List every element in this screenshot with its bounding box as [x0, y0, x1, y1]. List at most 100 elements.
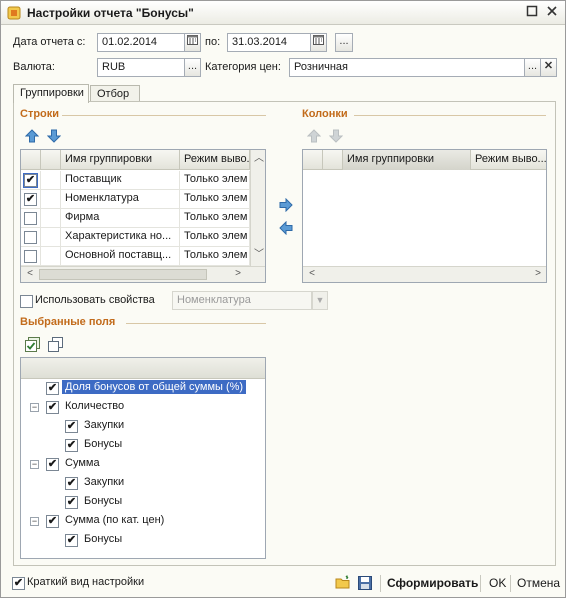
date-from-calendar-button[interactable] [184, 33, 201, 52]
generate-button[interactable]: Сформировать [387, 576, 478, 590]
maximize-icon[interactable] [525, 5, 539, 19]
columns-header-mode[interactable]: Режим выво... [471, 150, 546, 170]
row-check-cell [21, 209, 41, 228]
columns-grid-header: Имя группировки Режим выво... [303, 150, 546, 170]
tree-item-checkbox[interactable]: ✔ [46, 515, 59, 528]
date-to-input[interactable]: 31.03.2014 [227, 33, 311, 52]
calendar-icon [313, 35, 324, 45]
table-row[interactable]: Характеристика но... Только элем [21, 228, 265, 247]
row-checkbox[interactable] [24, 250, 37, 263]
row-name[interactable]: Основной поставщ... [61, 247, 180, 266]
table-row[interactable]: ✔ Поставщик Только элем [21, 171, 265, 190]
scroll-left-icon[interactable]: < [23, 267, 37, 281]
date-to-calendar-button[interactable] [310, 33, 327, 52]
tree-item[interactable]: ✔ Закупки [21, 474, 265, 493]
price-category-label: Категория цен: [205, 61, 281, 73]
tab-groupings[interactable]: Группировки [13, 84, 89, 103]
tree-item-checkbox[interactable]: ✔ [46, 401, 59, 414]
row-mode[interactable]: Только элем [180, 190, 250, 209]
price-category-input[interactable]: Розничная [289, 58, 525, 77]
ok-button[interactable]: OK [489, 576, 506, 590]
rows-header-mode[interactable]: Режим выво... [180, 150, 250, 170]
currency-input[interactable]: RUB [97, 58, 185, 77]
collapse-icon[interactable]: − [30, 517, 39, 526]
move-up-icon[interactable] [24, 129, 40, 143]
rows-header-check [21, 150, 41, 170]
tree-item-checkbox[interactable]: ✔ [65, 420, 78, 433]
scroll-left-icon[interactable]: < [305, 267, 319, 281]
title-bar: Настройки отчета "Бонусы" [1, 1, 565, 25]
move-left-icon[interactable] [279, 220, 293, 236]
row-icon-cell [41, 228, 61, 247]
tree-item[interactable]: ✔ Бонусы [21, 436, 265, 455]
row-checkbox[interactable]: ✔ [24, 174, 37, 187]
row-checkbox[interactable] [24, 212, 37, 225]
rows-section-divider [62, 115, 266, 116]
selected-fields-tree: ✔ Доля бонусов от общей суммы (%) − ✔ Количе… [20, 357, 266, 559]
rows-hscroll[interactable]: < > [21, 266, 265, 282]
rows-grid-header: Имя группировки Режим выво... [21, 150, 265, 170]
move-down-icon[interactable] [46, 129, 62, 143]
tree-item[interactable]: ✔ Бонусы [21, 531, 265, 550]
row-checkbox[interactable]: ✔ [24, 193, 37, 206]
scroll-down-icon[interactable]: ﹀ [252, 248, 265, 262]
tree-item-checkbox[interactable]: ✔ [65, 534, 78, 547]
collapse-icon[interactable]: − [30, 403, 39, 412]
row-name[interactable]: Фирма [61, 209, 180, 228]
tree-item[interactable]: − ✔ Сумма [21, 455, 265, 474]
scroll-right-icon[interactable]: > [531, 267, 545, 281]
save-icon[interactable] [357, 575, 373, 591]
use-properties-checkbox[interactable] [20, 295, 33, 308]
footer-divider [480, 575, 481, 592]
row-mode[interactable]: Только элем [180, 209, 250, 228]
rows-header-name[interactable]: Имя группировки [61, 150, 180, 170]
row-name[interactable]: Поставщик [61, 171, 180, 190]
footer-bar: ✔ Краткий вид настройки Сформировать OK … [1, 572, 565, 597]
tree-item-checkbox[interactable]: ✔ [46, 458, 59, 471]
copy-icon[interactable] [48, 337, 63, 352]
period-select-button[interactable]: ... [335, 33, 353, 52]
row-mode[interactable]: Только элем [180, 171, 250, 190]
row-checkbox[interactable] [24, 231, 37, 244]
open-folder-icon[interactable] [335, 575, 351, 591]
columns-header-name[interactable]: Имя группировки [343, 150, 471, 170]
price-category-select-button[interactable]: ... [524, 58, 541, 77]
table-row[interactable]: Основной поставщ... Только элем [21, 247, 265, 266]
columns-move-down-icon [328, 129, 344, 143]
date-to-label: по: [205, 36, 221, 48]
price-category-clear-button[interactable]: ✕ [540, 58, 557, 77]
check-all-icon[interactable] [25, 337, 40, 352]
table-row[interactable]: Фирма Только элем [21, 209, 265, 228]
scroll-up-icon[interactable]: ︿ [252, 152, 265, 166]
tree-item[interactable]: ✔ Бонусы [21, 493, 265, 512]
tree-item-checkbox[interactable]: ✔ [65, 477, 78, 490]
date-from-input[interactable]: 01.02.2014 [97, 33, 185, 52]
scroll-right-icon[interactable]: > [231, 267, 245, 281]
tree-item-checkbox[interactable]: ✔ [65, 496, 78, 509]
tree-item[interactable]: − ✔ Количество [21, 398, 265, 417]
tree-item-checkbox[interactable]: ✔ [65, 439, 78, 452]
columns-hscroll[interactable]: < > [303, 266, 546, 282]
footer-divider [380, 575, 381, 592]
row-mode[interactable]: Только элем [180, 228, 250, 247]
short-view-checkbox[interactable]: ✔ [12, 577, 25, 590]
rows-hscroll-thumb[interactable] [39, 269, 207, 280]
rows-vscroll[interactable]: ︿ ﹀ [250, 150, 265, 266]
close-icon[interactable] [545, 5, 559, 19]
columns-move-up-icon [306, 129, 322, 143]
tree-item-checkbox[interactable]: ✔ [46, 382, 59, 395]
tree-item[interactable]: ✔ Закупки [21, 417, 265, 436]
rows-section-title: Строки [20, 108, 60, 120]
row-name[interactable]: Номенклатура [61, 190, 180, 209]
row-mode[interactable]: Только элем [180, 247, 250, 266]
table-row[interactable]: ✔ Номенклатура Только элем [21, 190, 265, 209]
row-name[interactable]: Характеристика но... [61, 228, 180, 247]
currency-select-button[interactable]: ... [184, 58, 201, 77]
tree-item-label: Сумма (по кат. цен) [65, 514, 165, 526]
use-properties-label: Использовать свойства [35, 294, 155, 306]
tree-item[interactable]: ✔ Доля бонусов от общей суммы (%) [21, 379, 265, 398]
cancel-button[interactable]: Отмена [517, 576, 560, 590]
tree-item[interactable]: − ✔ Сумма (по кат. цен) [21, 512, 265, 531]
collapse-icon[interactable]: − [30, 460, 39, 469]
move-right-icon[interactable] [279, 197, 293, 213]
